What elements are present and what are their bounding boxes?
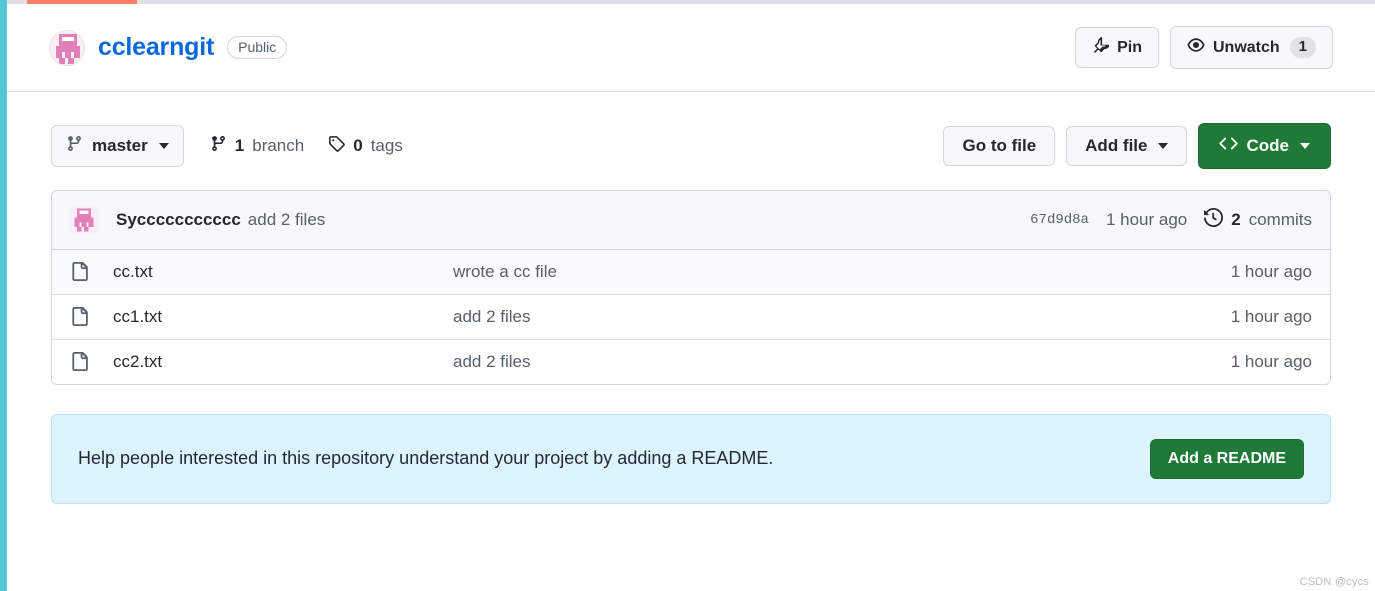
file-timestamp: 1 hour ago xyxy=(1230,351,1312,371)
branch-selector-button[interactable]: master xyxy=(51,124,184,167)
table-row[interactable]: cc.txt wrote a cc file 1 hour ago xyxy=(52,249,1330,295)
file-icon xyxy=(70,307,100,327)
page-load-progress-bar xyxy=(27,0,137,4)
file-icon xyxy=(70,262,100,282)
branch-name-label: master xyxy=(92,135,148,155)
pin-icon xyxy=(1092,36,1110,59)
watch-count-badge: 1 xyxy=(1289,37,1316,58)
commit-count-label: commits xyxy=(1248,209,1312,229)
repository-header: cclearngit Public Pin Unwatch 1 xyxy=(7,4,1375,92)
file-timestamp: 1 hour ago xyxy=(1230,261,1312,281)
file-commit-message[interactable]: add 2 files xyxy=(453,307,1231,327)
chevron-down-icon xyxy=(1300,142,1310,149)
tag-count-link[interactable]: 0 tags xyxy=(328,135,403,157)
latest-commit-bar: Syccccccccccc add 2 files 67d9d8a 1 hour… xyxy=(52,190,1330,250)
add-file-label: Add file xyxy=(1085,135,1148,155)
branch-count-label: branch xyxy=(252,135,305,155)
unwatch-button-label: Unwatch xyxy=(1212,38,1280,56)
chevron-down-icon xyxy=(158,142,169,149)
commit-meta: 67d9d8a 1 hour ago 2 commits xyxy=(1030,207,1312,232)
pin-button-label: Pin xyxy=(1117,38,1142,56)
git-branch-icon xyxy=(66,135,83,157)
add-readme-button[interactable]: Add a README xyxy=(1149,438,1304,479)
branch-count-value: 1 xyxy=(234,135,245,155)
pin-button[interactable]: Pin xyxy=(1075,26,1159,69)
go-to-file-button[interactable]: Go to file xyxy=(943,125,1056,167)
status-badge: Public xyxy=(227,35,288,60)
commit-sha[interactable]: 67d9d8a xyxy=(1030,212,1089,228)
file-icon xyxy=(70,352,100,372)
add-file-button[interactable]: Add file xyxy=(1066,125,1187,167)
add-readme-banner: Help people interested in this repositor… xyxy=(51,413,1331,504)
tag-count-label: tags xyxy=(370,135,403,155)
code-button[interactable]: Code xyxy=(1197,123,1331,169)
code-button-label: Code xyxy=(1246,135,1290,155)
repository-content: master 1 branch 0 tags Go to file Add fi… xyxy=(7,93,1375,504)
file-name-link[interactable]: cc2.txt xyxy=(113,352,453,372)
commit-history-link[interactable]: 2 commits xyxy=(1204,207,1312,232)
commit-timestamp: 1 hour ago xyxy=(1105,209,1188,229)
chevron-down-icon xyxy=(1157,142,1168,149)
file-name-link[interactable]: cc1.txt xyxy=(113,307,453,327)
repository-meta-links: 1 branch 0 tags xyxy=(210,135,403,157)
table-row[interactable]: cc2.txt add 2 files 1 hour ago xyxy=(52,339,1330,384)
commit-count-value: 2 xyxy=(1231,209,1241,229)
commit-author-name[interactable]: Syccccccccccc xyxy=(116,210,241,230)
eye-icon xyxy=(1187,36,1205,59)
file-commit-message[interactable]: add 2 files xyxy=(453,352,1231,372)
file-name-link[interactable]: cc.txt xyxy=(113,262,453,282)
readme-banner-text: Help people interested in this repositor… xyxy=(78,448,774,469)
unwatch-button[interactable]: Unwatch 1 xyxy=(1169,26,1333,69)
browser-top-rule xyxy=(7,0,1375,4)
browser-left-edge-strip xyxy=(0,0,7,591)
branch-count-link[interactable]: 1 branch xyxy=(210,135,304,157)
commit-message[interactable]: add 2 files xyxy=(248,210,326,230)
code-brackets-icon xyxy=(1218,134,1238,158)
file-listing: Syccccccccccc add 2 files 67d9d8a 1 hour… xyxy=(51,189,1331,385)
watermark: CSDN @cycs xyxy=(1299,576,1369,588)
history-clock-icon xyxy=(1204,207,1224,232)
repository-toolbar: master 1 branch 0 tags Go to file Add fi… xyxy=(51,93,1331,190)
file-commit-message[interactable]: wrote a cc file xyxy=(453,262,1231,282)
commit-author-avatar-icon xyxy=(70,205,98,234)
tag-count-value: 0 xyxy=(353,135,363,155)
repository-header-actions: Pin Unwatch 1 xyxy=(1075,26,1333,69)
git-branch-icon xyxy=(210,135,227,157)
file-timestamp: 1 hour ago xyxy=(1230,306,1312,326)
go-to-file-label: Go to file xyxy=(962,135,1037,155)
tag-icon xyxy=(328,135,345,157)
table-row[interactable]: cc1.txt add 2 files 1 hour ago xyxy=(52,294,1330,340)
toolbar-actions: Go to file Add file Code xyxy=(943,123,1331,169)
repository-title-group: cclearngit Public xyxy=(49,29,288,66)
page-title[interactable]: cclearngit xyxy=(98,33,214,62)
repo-owner-avatar-icon xyxy=(49,29,85,66)
